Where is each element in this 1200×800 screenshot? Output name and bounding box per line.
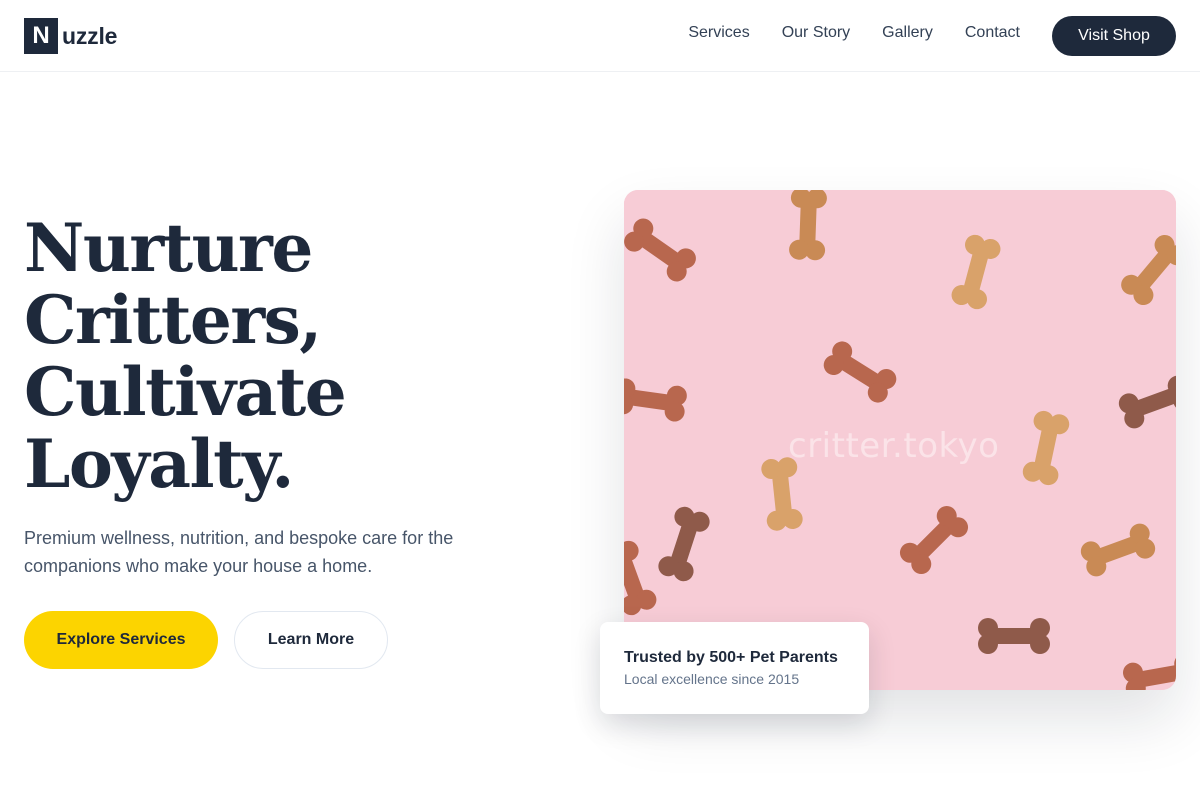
nav-link-contact[interactable]: Contact (965, 24, 1020, 42)
hero-title-line: Critters, (24, 281, 322, 359)
nav-link-gallery[interactable]: Gallery (882, 24, 933, 42)
image-watermark: critter.tokyo (788, 426, 1000, 466)
visit-shop-button[interactable]: Visit Shop (1052, 16, 1176, 56)
trust-card-title: Trusted by 500+ Pet Parents (624, 649, 838, 666)
trust-card: Trusted by 500+ Pet Parents Local excell… (600, 622, 869, 714)
logo-mark: N (24, 18, 58, 54)
hero-title-line: Nurture (24, 209, 313, 287)
nav-link-our-story[interactable]: Our Story (782, 24, 850, 42)
logo[interactable]: N uzzle (24, 18, 117, 54)
hero-title-line: Cultivate (24, 353, 347, 431)
logo-text: uzzle (62, 22, 118, 49)
site-header: N uzzle Services Our Story Gallery Conta… (0, 0, 1200, 72)
hero-title: Nurture Critters, Cultivate Loyalty. (24, 212, 544, 500)
hero-title-line: Loyalty. (24, 425, 294, 503)
hero-image: critter.tokyo (624, 190, 1176, 690)
main-nav: Services Our Story Gallery Contact (688, 24, 1020, 42)
hero-subtitle: Premium wellness, nutrition, and bespoke… (24, 528, 454, 576)
trust-card-subtitle: Local excellence since 2015 (624, 671, 800, 687)
nav-link-services[interactable]: Services (688, 24, 749, 42)
explore-services-button[interactable]: Explore Services (24, 611, 218, 669)
learn-more-button[interactable]: Learn More (234, 611, 388, 669)
